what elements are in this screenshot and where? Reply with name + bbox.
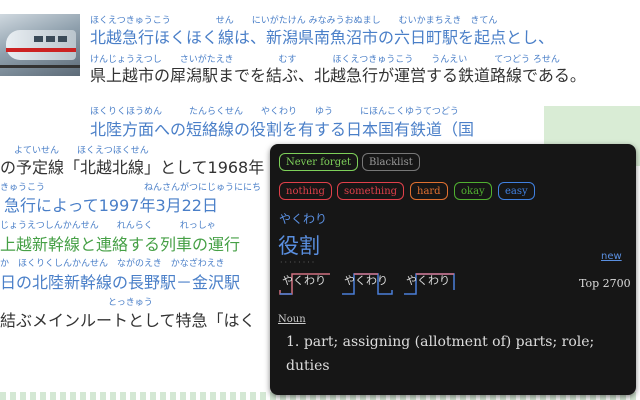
article-line-3[interactable]: 北陸方面への短絡線の役割を有する日本国有鉄道（国	[90, 120, 474, 140]
rating-easy-button[interactable]: easy	[498, 182, 535, 200]
article-line-1[interactable]: 北越急行ほくほく線は、新潟県南魚沼市の六日町駅を起点とし、	[90, 28, 554, 48]
rating-something-button[interactable]: something	[337, 182, 405, 200]
article-line-8[interactable]: 結ぶメインルートとして特急「はく	[0, 311, 256, 331]
new-status-link[interactable]: new	[601, 251, 622, 262]
ruby-line-4: よていせん ほくえつほくせん	[14, 146, 149, 156]
definition: 1. part; assigning (allotment of) parts;…	[286, 330, 606, 378]
ruby-line-1: ほくえつきゅうこう せん にいがたけん みなみうおぬまし むいかまちえき きてん	[90, 16, 498, 26]
article-line-6[interactable]: 上越新幹線と連絡する列車の運行	[0, 235, 240, 255]
pitch-pattern-1: やくわり	[282, 274, 326, 287]
rating-hard-button[interactable]: hard	[410, 182, 448, 200]
ruby-line-5: きゅうこう ねんさんがつにじゅうににち	[0, 183, 262, 193]
pitch-pattern-2: やくわり	[344, 274, 388, 287]
article-line-4[interactable]: の予定線「北越北線」として1968年	[0, 158, 264, 178]
definition-number: 1.	[286, 334, 300, 350]
pitch-dots: ········	[280, 258, 317, 267]
rating-nothing-button[interactable]: nothing	[279, 182, 332, 200]
blacklist-button[interactable]: Blacklist	[362, 153, 420, 171]
ruby-line-7: か ほくりくしんかんせん ながのえき かなざわえき	[0, 259, 225, 269]
part-of-speech: Noun	[278, 314, 306, 325]
word-reading: やくわり	[279, 212, 328, 226]
dictionary-popup: Never forget Blacklist nothing something…	[270, 144, 636, 395]
article-line-2[interactable]: 県上越市の犀潟駅までを結ぶ、北越急行が運営する鉄道路線である。	[90, 66, 586, 86]
frequency-rank: Top 2700	[579, 277, 631, 290]
article-line-7[interactable]: 日の北陸新幹線の長野駅－金沢駅	[0, 273, 240, 293]
ruby-line-3: ほくりくほうめん たんらくせん やくわり ゆう にほんこくゆうてつどう	[90, 107, 459, 117]
pitch-pattern-3: やくわり	[406, 274, 450, 287]
ruby-line-6: じょうえつしんかんせん れんらく れっしゃ	[0, 221, 216, 231]
never-forget-button[interactable]: Never forget	[279, 153, 359, 171]
ruby-line-2: けんじょうえつし さいがたえき むす ほくえつきゅうこう うんえい てつどう ろ…	[90, 55, 560, 65]
ruby-line-8: とっきゅう	[0, 298, 153, 308]
rating-okay-button[interactable]: okay	[454, 182, 492, 200]
definition-text: part; assigning (allotment of) parts; ro…	[286, 334, 595, 374]
article-line-5[interactable]: 急行によって1997年3月22日	[4, 196, 218, 216]
headword[interactable]: 役割	[278, 230, 320, 260]
train-thumbnail[interactable]	[0, 14, 80, 76]
